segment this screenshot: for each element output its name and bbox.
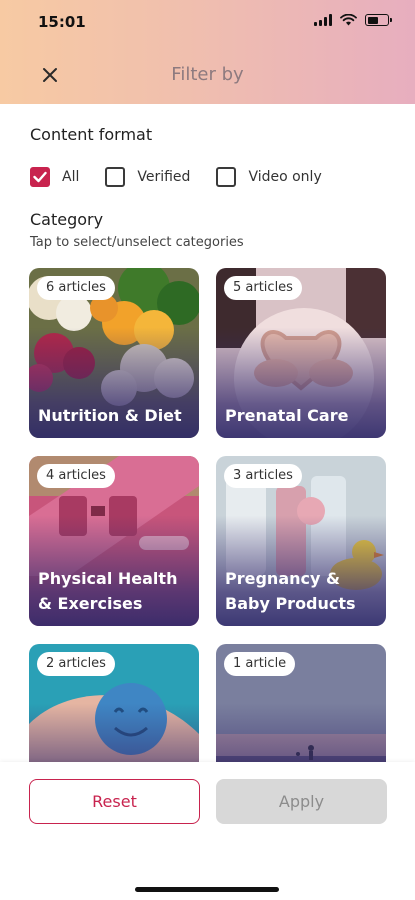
checkbox-verified[interactable] <box>105 167 126 187</box>
apply-button[interactable]: Apply <box>216 779 387 824</box>
reset-button[interactable]: Reset <box>29 779 200 824</box>
category-label: Physical Health & Exercises <box>38 569 178 613</box>
checkbox-all[interactable] <box>30 167 50 187</box>
category-card-baby-products[interactable]: 3 articles Pregnancy & Baby Products <box>216 456 386 626</box>
category-card-prenatal-care[interactable]: 5 articles Prenatal Care <box>216 268 386 438</box>
status-time: 15:01 <box>38 13 86 31</box>
category-card-wellbeing[interactable]: 2 articles <box>29 644 199 762</box>
format-option-all[interactable]: All <box>30 167 79 187</box>
content-format-title: Content format <box>30 125 153 144</box>
footer-actions: Reset Apply <box>0 762 415 900</box>
category-title: Category <box>30 210 104 229</box>
category-grid: 6 articles Nutrition & Diet 5 articles P… <box>0 262 415 762</box>
article-count-badge: 2 articles <box>37 652 115 676</box>
content-format-options: All Verified Video only <box>30 166 348 188</box>
header-title: Filter by <box>171 64 244 85</box>
category-card-physical-health[interactable]: 4 articles Physical Health & Exercises <box>29 456 199 626</box>
category-label: Pregnancy & Baby Products <box>225 569 356 613</box>
header-bar: 15:01 Filter by <box>0 0 415 104</box>
article-count-badge: 3 articles <box>224 464 302 488</box>
status-icons <box>314 14 392 26</box>
checkbox-video-only[interactable] <box>216 167 237 187</box>
signal-icon <box>314 14 332 26</box>
format-label-video-only: Video only <box>248 169 322 185</box>
category-card-nutrition-diet[interactable]: 6 articles Nutrition & Diet <box>29 268 199 438</box>
article-count-badge: 4 articles <box>37 464 115 488</box>
wifi-icon <box>340 14 357 26</box>
category-hint: Tap to select/unselect categories <box>30 235 244 250</box>
article-count-badge: 1 article <box>224 652 296 676</box>
format-option-video-only[interactable]: Video only <box>216 167 322 187</box>
category-label: Nutrition & Diet <box>38 406 182 425</box>
checkmark-icon <box>33 171 47 183</box>
article-count-badge: 6 articles <box>37 276 115 300</box>
article-count-badge: 5 articles <box>224 276 302 300</box>
category-card-parenting[interactable]: 1 article <box>216 644 386 762</box>
format-label-verified: Verified <box>137 169 191 185</box>
home-indicator <box>135 887 279 892</box>
battery-icon <box>365 14 392 26</box>
category-label: Prenatal Care <box>225 406 349 425</box>
format-option-verified[interactable]: Verified <box>105 167 190 187</box>
format-label-all: All <box>62 169 80 185</box>
status-bar: 15:01 <box>0 0 415 46</box>
